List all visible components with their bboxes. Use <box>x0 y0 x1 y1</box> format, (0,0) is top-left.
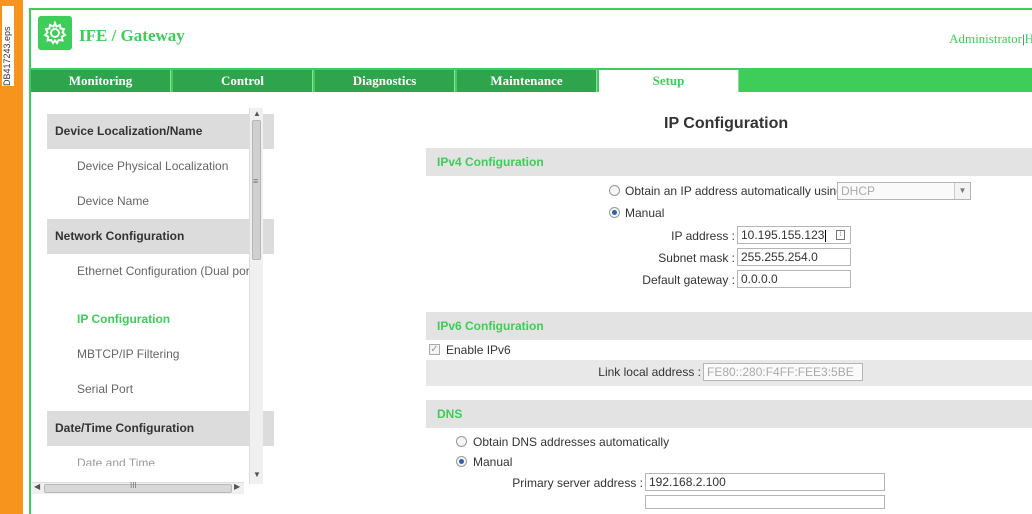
page-title: IP Configuration <box>664 115 789 132</box>
ip-address-label: IP address : <box>671 229 735 243</box>
dns-auto-radio[interactable] <box>456 436 467 447</box>
scroll-left-arrow-icon[interactable]: ◀ <box>34 482 40 491</box>
sidebar-section-network-configuration: Network Configuration <box>47 219 274 254</box>
dns-auto-label: Obtain DNS addresses automatically <box>473 435 670 449</box>
tab-maintenance[interactable]: Maintenance <box>457 70 597 92</box>
text-caret <box>825 229 827 242</box>
ipv6-section-header: IPv6 Configuration <box>426 312 1032 340</box>
dns-manual-label: Manual <box>473 455 513 469</box>
app-frame: IFE / Gateway Administrator|H Monitoring… <box>29 8 1032 514</box>
sidebar-item-mbtcp-ip-filtering[interactable]: MBTCP/IP Filtering <box>47 337 274 372</box>
link-local-input[interactable]: FE80::280:F4FF:FEE3:5BE <box>703 363 863 381</box>
dns-section-header: DNS <box>426 400 1032 428</box>
scroll-down-arrow-icon[interactable]: ▼ <box>253 470 261 479</box>
document-id: DB417243.eps <box>2 6 14 86</box>
sidebar-section-device-localization: Device Localization/Name <box>47 114 274 149</box>
ip-address-input[interactable]: 10.195.155.123 ⁞ <box>737 226 851 244</box>
ipv4-method-value: DHCP <box>841 184 876 198</box>
sidebar-item-date-and-time[interactable]: Date and Time <box>47 446 274 466</box>
sidebar-item-device-physical-localization[interactable]: Device Physical Localization <box>47 149 274 184</box>
enable-ipv6-checkbox[interactable]: ✓ <box>429 344 440 355</box>
scroll-right-arrow-icon[interactable]: ▶ <box>234 482 240 491</box>
app-title: IFE / Gateway <box>79 26 185 45</box>
scroll-grip-icon: ≡ <box>253 176 259 186</box>
default-gateway-input[interactable]: 0.0.0.0 <box>737 270 851 288</box>
link-local-row: Link local address : FE80::280:F4FF:FEE3… <box>426 360 1032 386</box>
sidebar-item-serial-port[interactable]: Serial Port <box>47 372 274 407</box>
hscroll-grip-icon: III <box>130 481 137 490</box>
tab-monitoring[interactable]: Monitoring <box>31 70 171 92</box>
gear-logo-icon <box>38 16 72 50</box>
sidebar-section-date-time-configuration: Date/Time Configuration <box>47 411 274 446</box>
ipv4-manual-label: Manual <box>625 206 665 220</box>
sidebar: Device Localization/Name Device Physical… <box>47 114 274 476</box>
subnet-mask-label: Subnet mask : <box>658 251 735 265</box>
sidebar-item-device-name[interactable]: Device Name <box>47 184 274 219</box>
sidebar-item-ethernet-configuration[interactable]: Ethernet Configuration (Dual port) <box>47 254 274 302</box>
user-menu[interactable]: Administrator|H <box>949 31 1032 47</box>
tab-diagnostics[interactable]: Diagnostics <box>315 70 455 92</box>
sidebar-item-ip-configuration[interactable]: IP Configuration <box>47 302 274 337</box>
help-link[interactable]: H <box>1025 31 1032 46</box>
ip-address-value: 10.195.155.123 <box>741 228 825 242</box>
sidebar-hscroll-thumb[interactable] <box>44 484 232 493</box>
dns-manual-radio[interactable] <box>456 456 467 467</box>
ipv4-section-header: IPv4 Configuration <box>426 148 1032 176</box>
sidebar-horizontal-scrollbar[interactable]: ◀ III ▶ <box>32 481 244 494</box>
sidebar-scroll-thumb[interactable] <box>252 120 261 260</box>
primary-dns-label: Primary server address : <box>512 476 643 490</box>
chevron-down-icon[interactable]: ▼ <box>954 183 970 199</box>
link-local-label: Link local address : <box>598 365 701 379</box>
sidebar-vertical-scrollbar[interactable]: ▲ ≡ ▼ <box>249 108 263 484</box>
ipv4-auto-label: Obtain an IP address automatically using <box>625 184 843 198</box>
default-gateway-label: Default gateway : <box>642 273 735 287</box>
tab-control[interactable]: Control <box>173 70 313 92</box>
ipv4-method-select[interactable]: DHCP ▼ <box>837 182 971 200</box>
input-assist-icon[interactable]: ⁞ <box>836 230 845 240</box>
tab-setup[interactable]: Setup <box>599 70 739 92</box>
scroll-up-arrow-icon[interactable]: ▲ <box>253 109 261 118</box>
subnet-mask-input[interactable]: 255.255.254.0 <box>737 248 851 266</box>
ipv4-manual-radio[interactable] <box>609 207 620 218</box>
header: IFE / Gateway Administrator|H <box>31 10 1032 66</box>
secondary-dns-input[interactable] <box>645 495 885 509</box>
enable-ipv6-label: Enable IPv6 <box>446 343 511 357</box>
primary-dns-input[interactable]: 192.168.2.100 <box>645 473 885 491</box>
administrator-link[interactable]: Administrator <box>949 31 1022 46</box>
main-nav: Monitoring Control Diagnostics Maintenan… <box>31 68 1032 92</box>
ipv4-auto-radio[interactable] <box>609 185 620 196</box>
